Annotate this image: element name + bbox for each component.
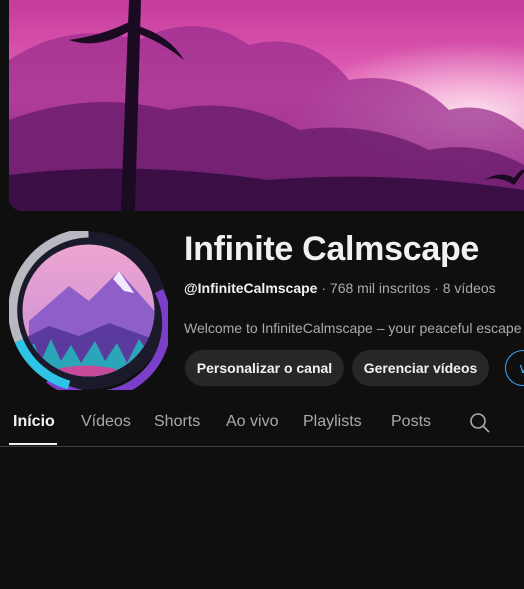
search-icon[interactable] <box>469 412 491 434</box>
customize-channel-button[interactable]: Personalizar o canal <box>185 350 344 386</box>
tab-home[interactable]: Início <box>13 413 55 431</box>
manage-videos-button[interactable]: Gerenciar vídeos <box>352 350 489 386</box>
channel-banner <box>9 0 524 211</box>
channel-avatar[interactable] <box>8 228 172 400</box>
chevron-down-icon: ∨ <box>518 360 524 376</box>
more-options-button[interactable]: ∨ <box>505 350 524 386</box>
tab-playlists[interactable]: Playlists <box>303 413 362 431</box>
active-tab-indicator <box>9 443 57 445</box>
subscriber-count: · 768 mil inscritos <box>317 280 431 296</box>
channel-tabs: Início Vídeos Shorts Ao vivo Playlists P… <box>0 400 524 447</box>
channel-handle[interactable]: @InfiniteCalmscape <box>184 280 317 296</box>
channel-description[interactable]: Welcome to InfiniteCalmscape – your peac… <box>184 320 521 336</box>
mountain-landscape-avatar <box>8 228 172 400</box>
tab-posts[interactable]: Posts <box>391 413 431 431</box>
channel-title: Infinite Calmscape <box>184 230 480 268</box>
video-count: · 8 vídeos <box>430 280 496 296</box>
tab-shorts[interactable]: Shorts <box>154 413 200 431</box>
tab-videos[interactable]: Vídeos <box>81 413 131 431</box>
tab-live[interactable]: Ao vivo <box>226 413 278 431</box>
channel-meta: @InfiniteCalmscape · 768 mil inscritos ·… <box>184 280 496 296</box>
banner-image <box>9 0 524 211</box>
